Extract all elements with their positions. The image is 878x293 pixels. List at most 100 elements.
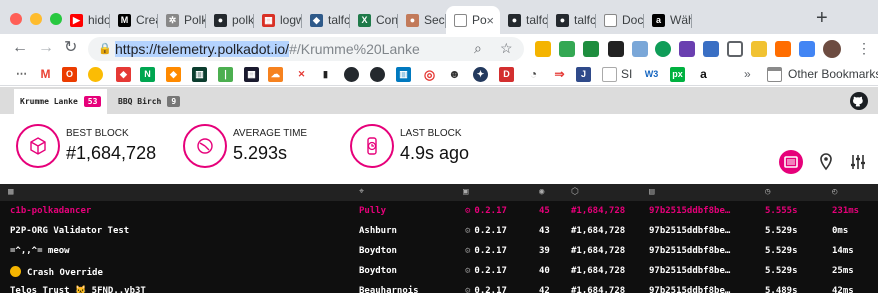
extension-icon-5[interactable] <box>703 41 719 57</box>
bookmark-icon-12[interactable]: ✕ <box>294 67 309 82</box>
block-column-icon[interactable]: ⬡ <box>571 187 582 198</box>
bookmark-icon-19[interactable]: D <box>499 67 514 82</box>
block-hash-column-icon[interactable]: ▤ <box>649 187 660 198</box>
extension-icon-1[interactable] <box>535 41 551 57</box>
chain-tab-krumme-lanke[interactable]: Krumme Lanke 53 <box>14 89 108 114</box>
lock-icon[interactable]: 🔒 <box>98 42 112 55</box>
implementation-column-icon[interactable]: ▣ <box>463 187 474 198</box>
bookmarks-overflow-chevron[interactable]: » <box>744 67 751 81</box>
node-column-icon[interactable]: ▦ <box>8 187 19 198</box>
browser-tab[interactable]: ▶ hidon <box>62 6 110 34</box>
location-column-icon[interactable]: ⌖ <box>359 187 370 198</box>
browser-tab[interactable]: X Confi <box>350 6 398 34</box>
w3schools-icon[interactable]: W3 <box>644 67 659 82</box>
bookmark-icon-17[interactable]: ☻ <box>447 67 462 82</box>
bookmark-page-icon[interactable]: ⋯ <box>14 67 29 82</box>
block-time-cell-value: 5.555s <box>765 206 798 216</box>
amazon-bookmark-icon[interactable]: a <box>696 67 711 82</box>
location-cell: Beauharnois <box>359 286 419 293</box>
map-view-button[interactable] <box>814 150 838 174</box>
browser-menu-icon[interactable]: ⋮ <box>857 40 871 57</box>
bookmark-page-icon-2[interactable] <box>602 67 617 82</box>
search-icon[interactable]: ⌕ <box>474 40 482 57</box>
browser-tab[interactable]: ● Secur <box>398 6 446 34</box>
bookmark-icon-8[interactable]: ▥ <box>192 67 207 82</box>
extension-icon-3[interactable] <box>608 41 624 57</box>
table-row[interactable]: c1b-polkadancer Pully ⚙ 0.2.17 45 #1,684,728 9… <box>0 202 878 222</box>
github-bookmark-icon-2[interactable] <box>370 67 385 82</box>
cast-icon[interactable] <box>727 41 743 57</box>
tab-title: polka <box>232 13 254 27</box>
extension-icon-6[interactable] <box>751 41 767 57</box>
office-icon[interactable]: O <box>62 67 77 82</box>
block-time-column-icon[interactable]: ◷ <box>765 187 776 198</box>
bookmark-icon-7[interactable]: ◆ <box>166 67 181 82</box>
browser-tab[interactable]: ◆ talfco <box>302 6 350 34</box>
browser-tab[interactable]: Po × <box>446 6 500 34</box>
version-cell: ⚙ 0.2.17 <box>465 206 507 216</box>
new-tab-button[interactable]: + <box>816 8 828 28</box>
peers-column-icon[interactable]: ◉ <box>539 187 550 198</box>
extension-icon-8[interactable] <box>799 41 815 57</box>
extension-icon-2[interactable] <box>559 41 575 57</box>
extension-icon-4[interactable] <box>632 41 648 57</box>
table-row[interactable]: Crash Override Boydton ⚙ 0.2.17 40 #1,684,728… <box>0 262 878 282</box>
browser-tab[interactable]: M Creat <box>110 6 158 34</box>
evernote-icon[interactable] <box>583 41 599 57</box>
bookmark-icon-18[interactable]: ✦ <box>473 67 488 82</box>
table-row[interactable]: Telos Trust 🐱 5FND..vb3T Beauharnois ⚙ 0.2.… <box>0 282 878 293</box>
bookmark-icon-21[interactable]: ⇒ <box>552 67 567 82</box>
browser-tab[interactable]: ● talfco <box>500 6 548 34</box>
substrate-icon: ⚙ <box>465 286 471 293</box>
table-row[interactable]: P2P-ORG Validator Test Ashburn ⚙ 0.2.17 43 #1… <box>0 222 878 242</box>
bookmarks-bar: ⋯ M O ◆ N ◆ ▥ ❘ ▦ ☁ ✕ ▮ ▥ ◎ ☻ ✦ D ◔ ⇒ J … <box>0 64 878 86</box>
browser-tab[interactable]: ▦ logwa <box>254 6 302 34</box>
bookmark-icon-13[interactable]: ▮ <box>318 67 333 82</box>
browser-tab[interactable]: ✲ Polka <box>158 6 206 34</box>
propagation-column-icon[interactable]: ◴ <box>832 187 843 198</box>
back-button[interactable]: ← <box>12 39 28 57</box>
github-icon[interactable] <box>850 92 868 110</box>
browser-tab[interactable]: ● polka <box>206 6 254 34</box>
profile-avatar[interactable] <box>823 40 841 58</box>
onenote-icon[interactable] <box>679 41 695 57</box>
url-text[interactable]: https://telemetry.polkadot.io/#/Krumme%2… <box>115 41 420 57</box>
speedometer-icon[interactable]: ◔ <box>526 67 541 82</box>
chain-tab-bbq-birch[interactable]: BBQ Birch 9 <box>112 89 186 114</box>
extension-icon-7[interactable] <box>775 41 791 57</box>
settings-view-button[interactable] <box>846 150 870 174</box>
location-cell: Boydton <box>359 246 397 256</box>
bookmark-icon-10[interactable]: ▦ <box>244 67 259 82</box>
address-bar[interactable]: 🔒 https://telemetry.polkadot.io/#/Krumme… <box>88 37 524 61</box>
bookmark-icon-6[interactable]: N <box>140 67 155 82</box>
peers-cell: 45 <box>539 206 550 216</box>
browser-tab[interactable]: a Wähl <box>644 6 692 34</box>
bookmark-si-label[interactable]: SI <box>621 67 632 81</box>
github-bookmark-icon-1[interactable] <box>344 67 359 82</box>
minimize-window-button[interactable] <box>30 13 42 25</box>
other-bookmarks-link[interactable]: Other Bookmarks <box>788 67 878 81</box>
close-tab-icon[interactable]: × <box>486 13 494 28</box>
close-window-button[interactable] <box>10 13 22 25</box>
list-view-button[interactable] <box>779 150 803 174</box>
grammarly-icon[interactable] <box>655 41 671 57</box>
zoom-window-button[interactable] <box>50 13 62 25</box>
target-icon[interactable]: ◎ <box>422 67 437 82</box>
table-row[interactable]: =^,,^= meow Boydton ⚙ 0.2.17 39 #1,684,728 97b… <box>0 242 878 262</box>
amazon-icon: a <box>652 13 665 27</box>
browser-tab[interactable]: ● talfco <box>548 6 596 34</box>
mongodb-icon[interactable]: ❘ <box>218 67 233 82</box>
browser-tab[interactable]: Dock <box>596 6 644 34</box>
block-hash-cell: 97b2515ddbf8be… <box>649 206 730 216</box>
gmail-icon[interactable]: M <box>38 67 53 82</box>
trello-icon[interactable]: ▥ <box>396 67 411 82</box>
forward-button[interactable]: → <box>38 39 54 57</box>
cloudflare-icon[interactable]: ☁ <box>268 67 283 82</box>
photos-icon[interactable] <box>88 67 103 82</box>
list-icon <box>784 156 798 168</box>
bookmark-icon-5[interactable]: ◆ <box>116 67 131 82</box>
bookmark-star-icon[interactable]: ☆ <box>500 40 513 57</box>
bookmark-icon-22[interactable]: J <box>576 67 591 82</box>
bookmark-icon-25[interactable]: px <box>670 67 685 82</box>
reload-button[interactable]: ↻ <box>64 39 77 57</box>
